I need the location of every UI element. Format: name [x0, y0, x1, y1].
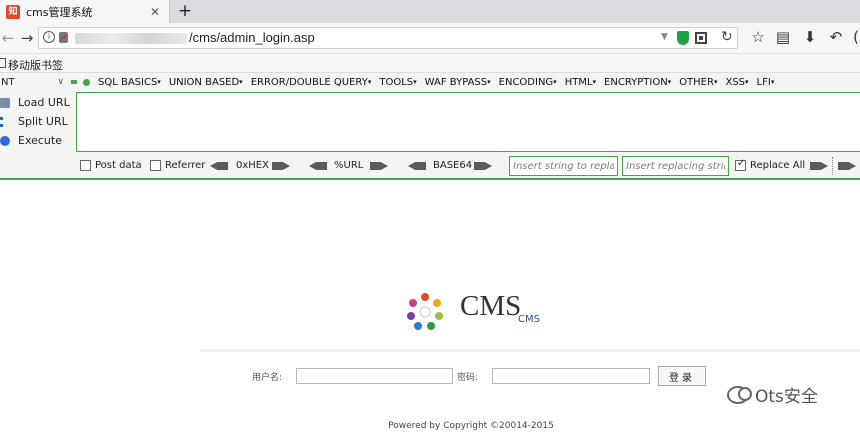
- back-arrow-icon[interactable]: ←: [0, 29, 16, 47]
- url-dropdown-icon[interactable]: ▼: [661, 32, 668, 42]
- watermark: Ots安全: [727, 382, 818, 407]
- menu-error-double-query[interactable]: ERROR/DOUBLE QUERY▾: [251, 77, 372, 88]
- download-icon[interactable]: ⬇: [801, 28, 819, 46]
- site-favicon-icon: 知: [6, 4, 20, 19]
- hex-decode-arrow-icon[interactable]: [210, 162, 228, 170]
- bookmark-star-icon[interactable]: ☆: [749, 28, 767, 46]
- address-bar[interactable]: i /cms/admin_login.asp ▼ ↻: [38, 27, 738, 49]
- overflow-menu-icon[interactable]: (: [847, 28, 860, 46]
- menu-encryption[interactable]: ENCRYPTION▾: [604, 77, 671, 88]
- post-data-checkbox[interactable]: Post data: [80, 160, 142, 171]
- base64-encode-arrow-icon[interactable]: [474, 162, 492, 170]
- watermark-text: Ots安全: [755, 387, 818, 407]
- login-divider: [200, 349, 860, 352]
- info-icon[interactable]: i: [43, 31, 55, 43]
- url-encoding-label: %URL: [334, 160, 364, 171]
- hackbar-mode-value: NT: [1, 76, 15, 88]
- url-path[interactable]: /cms/admin_login.asp: [189, 30, 315, 45]
- menu-tools[interactable]: TOOLS▾: [379, 77, 416, 88]
- menu-html[interactable]: HTML▾: [565, 77, 596, 88]
- tab-cms[interactable]: 知 cms管理系统 ✕: [0, 0, 170, 23]
- hackbar-panel: NT ∨ SQL BASICS▾ UNION BASED▾ ERROR/DOUB…: [0, 73, 860, 180]
- replace-all-checkbox[interactable]: Replace All: [735, 158, 805, 171]
- menu-other[interactable]: OTHER▾: [679, 77, 717, 88]
- referrer-box[interactable]: [150, 160, 161, 171]
- reading-list-icon[interactable]: ▤: [774, 28, 792, 46]
- folder-icon: [0, 58, 6, 68]
- mobile-bookmarks-link[interactable]: 移动版书签: [8, 57, 63, 73]
- menu-sql-basics[interactable]: SQL BASICS▾: [98, 77, 161, 88]
- chevron-down-icon: ∨: [57, 77, 64, 87]
- login-button[interactable]: 登录: [658, 366, 706, 386]
- footer-copyright: Powered by Copyright ©20014-2015: [388, 421, 554, 431]
- split-url-button[interactable]: Split URL: [0, 112, 76, 131]
- new-tab-button[interactable]: +: [176, 1, 194, 21]
- replace-next-arrow-icon[interactable]: [838, 162, 856, 170]
- forward-arrow-icon[interactable]: →: [19, 29, 35, 47]
- hackbar-actions: Load URL Split URL Execute: [0, 93, 76, 150]
- logo-text: CMS: [460, 290, 522, 322]
- menu-lfi[interactable]: LFI▾: [757, 77, 775, 88]
- referrer-checkbox[interactable]: Referrer: [150, 160, 205, 171]
- hex-label: 0xHEX: [236, 160, 269, 171]
- split-url-icon: [0, 116, 10, 127]
- shield-icon[interactable]: [677, 31, 689, 45]
- username-input[interactable]: [296, 368, 453, 384]
- toolbar-separator: [832, 157, 833, 175]
- bookmarks-bar: 移动版书签: [0, 54, 860, 73]
- load-url-icon: [0, 97, 10, 108]
- redacted-host: [75, 33, 187, 44]
- menu-xss[interactable]: XSS▾: [725, 77, 748, 88]
- hackbar-mode-select[interactable]: NT ∨: [0, 73, 66, 91]
- navigation-bar: ← → i /cms/admin_login.asp ▼ ↻ ☆ ▤ ⬇ ↶ (: [0, 23, 860, 54]
- qr-code-icon[interactable]: [695, 32, 707, 44]
- logo-subtitle: CMS: [518, 314, 540, 325]
- plus-icon[interactable]: [83, 78, 90, 86]
- password-label: 密码:: [457, 373, 479, 383]
- tab-strip: 知 cms管理系统 ✕ +: [0, 0, 860, 23]
- close-tab-icon[interactable]: ✕: [147, 5, 163, 19]
- post-data-box[interactable]: [80, 160, 91, 171]
- password-input[interactable]: [492, 368, 650, 384]
- hackbar-toolbar: Post data Referrer 0xHEX %URL BASE64 Rep…: [0, 155, 860, 177]
- username-label: 用户名:: [252, 373, 283, 383]
- replace-search-input[interactable]: [509, 156, 618, 176]
- page-content: CMS CMS 用户名: 密码: 登录 Ots安全 Powered by Cop…: [0, 181, 860, 433]
- base64-label: BASE64: [433, 160, 473, 171]
- reload-icon[interactable]: ↻: [721, 29, 733, 45]
- tab-title: cms管理系统: [26, 5, 93, 19]
- replace-with-input[interactable]: [622, 156, 729, 176]
- menu-encoding[interactable]: ENCODING▾: [499, 77, 557, 88]
- replace-arrow-icon[interactable]: [810, 162, 828, 170]
- insecure-lock-icon[interactable]: [59, 32, 68, 43]
- chat-bubble-icon: [727, 385, 752, 404]
- url-encode-arrow-icon[interactable]: [370, 162, 388, 170]
- load-url-button[interactable]: Load URL: [0, 93, 76, 112]
- menu-waf-bypass[interactable]: WAF BYPASS▾: [425, 77, 491, 88]
- execute-icon: [0, 135, 10, 146]
- execute-button[interactable]: Execute: [0, 131, 76, 150]
- hackbar-menu: NT ∨ SQL BASICS▾ UNION BASED▾ ERROR/DOUB…: [0, 73, 860, 91]
- replace-all-box[interactable]: [735, 158, 746, 171]
- minus-icon[interactable]: [71, 80, 77, 84]
- url-decode-arrow-icon[interactable]: [309, 162, 327, 170]
- base64-decode-arrow-icon[interactable]: [408, 162, 426, 170]
- menu-union-based[interactable]: UNION BASED▾: [169, 77, 243, 88]
- hackbar-url-textarea[interactable]: [76, 92, 860, 152]
- cms-logo-icon: [407, 293, 443, 330]
- undo-icon[interactable]: ↶: [827, 28, 845, 46]
- hex-encode-arrow-icon[interactable]: [272, 162, 290, 170]
